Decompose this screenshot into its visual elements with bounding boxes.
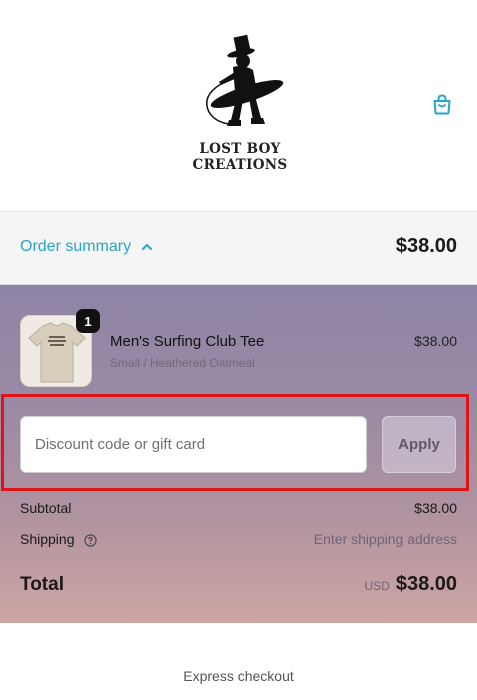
order-details-panel: 1 Men's Surfing Club Tee Small / Heather…	[0, 285, 477, 623]
subtotal-label: Subtotal	[20, 500, 72, 516]
product-price: $38.00	[414, 333, 457, 349]
shipping-label: Shipping	[20, 531, 75, 547]
product-variant: Small / Heathered Oatmeal	[110, 356, 255, 370]
brand-name: LOST BOY CREATIONS	[192, 141, 288, 173]
order-summary-label: Order summary	[20, 238, 132, 255]
express-checkout-heading: Express checkout	[183, 668, 294, 684]
surfer-logo-icon	[206, 34, 284, 126]
order-summary-bar: Order summary $38.00	[0, 212, 477, 285]
subtotal-row: Subtotal $38.00	[20, 500, 457, 516]
checkout-header: LOST BOY CREATIONS	[0, 0, 477, 212]
total-row: Total USD $38.00	[20, 573, 457, 596]
order-summary-toggle[interactable]: Order summary	[20, 238, 153, 256]
shipping-value: Enter shipping address	[313, 531, 457, 547]
discount-code-input[interactable]	[20, 416, 367, 473]
brand-logo[interactable]: LOST BOY CREATIONS	[150, 34, 330, 173]
shopping-bag-icon[interactable]	[430, 92, 454, 116]
quantity-badge: 1	[76, 309, 100, 333]
product-name: Men's Surfing Club Tee	[110, 333, 265, 350]
shipping-row: Shipping Enter shipping address	[20, 531, 457, 547]
subtotal-value: $38.00	[414, 500, 457, 516]
chevron-up-icon	[142, 244, 153, 250]
total-amount: $38.00	[395, 573, 457, 595]
order-summary-total: $38.00	[395, 235, 457, 257]
apply-discount-button[interactable]: Apply	[382, 416, 456, 473]
currency-code: USD	[364, 579, 390, 593]
help-circle-icon[interactable]	[84, 534, 98, 547]
total-label: Total	[20, 573, 64, 595]
